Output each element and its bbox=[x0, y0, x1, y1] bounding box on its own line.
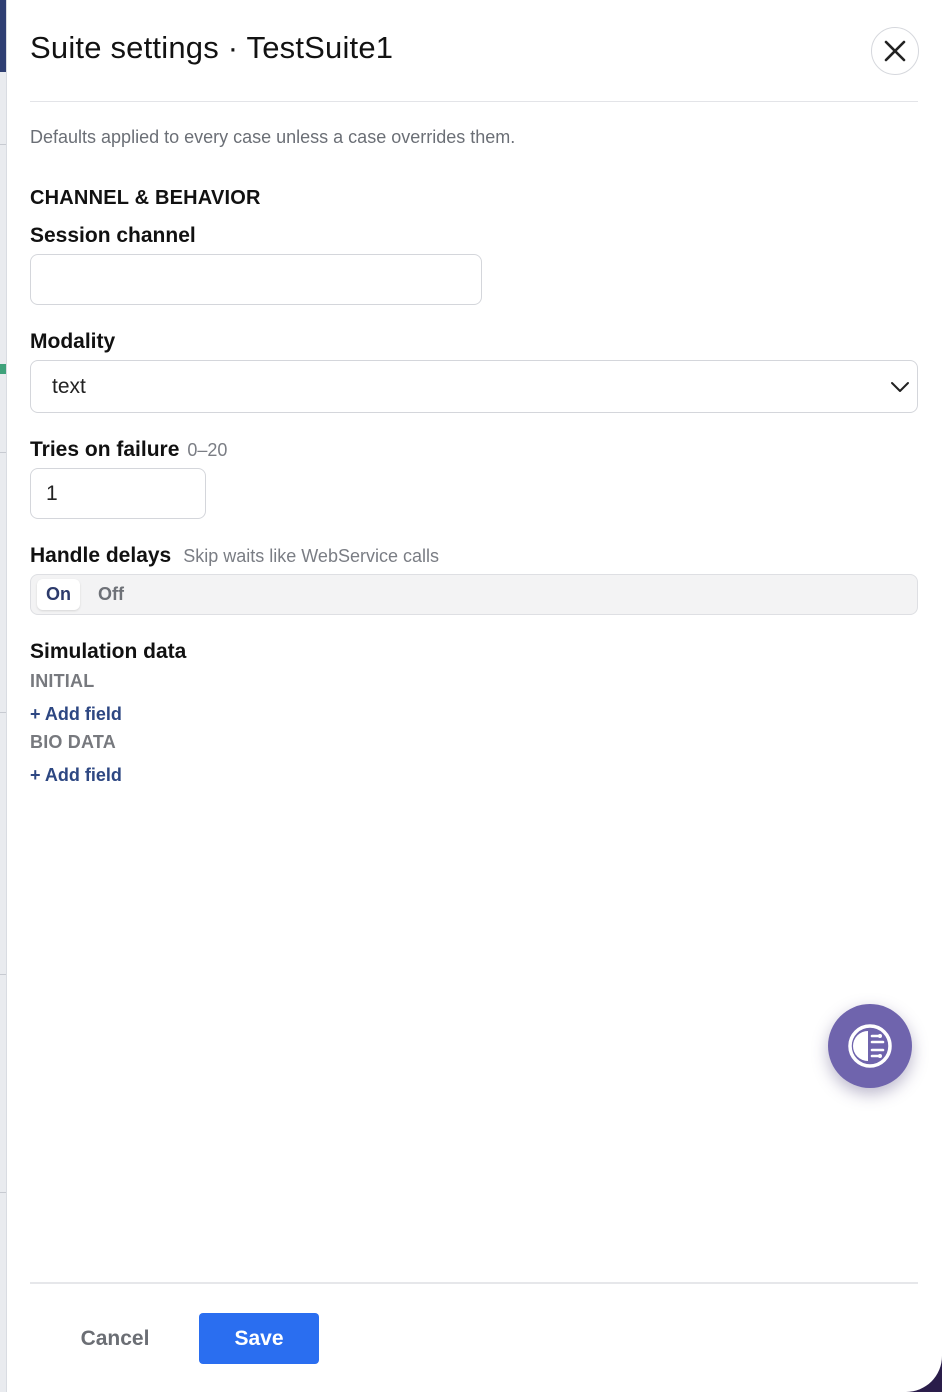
handle-delays-hint: Skip waits like WebService calls bbox=[183, 546, 439, 566]
modality-value: text bbox=[52, 374, 86, 398]
footer-divider bbox=[30, 1282, 918, 1284]
background-page-edge bbox=[0, 0, 7, 1392]
session-channel-input[interactable] bbox=[30, 254, 482, 305]
simulation-group-bio-data: BIO DATA bbox=[30, 732, 116, 752]
tries-hint: 0–20 bbox=[187, 440, 228, 460]
session-channel-label: Session channel bbox=[30, 224, 196, 247]
background-divider bbox=[0, 1192, 6, 1193]
background-divider bbox=[0, 452, 6, 453]
tries-label: Tries on failure 0–20 bbox=[30, 438, 227, 462]
chevron-down-icon bbox=[891, 382, 909, 392]
close-icon bbox=[884, 40, 906, 62]
handle-delays-label: Handle delays Skip waits like WebService … bbox=[30, 544, 439, 568]
add-field-initial-link[interactable]: + Add field bbox=[30, 704, 122, 725]
background-status-mark bbox=[0, 364, 6, 374]
modality-select[interactable]: text bbox=[30, 360, 918, 413]
modality-label: Modality bbox=[30, 330, 116, 353]
section-title: CHANNEL & BEHAVIOR bbox=[30, 187, 261, 209]
assistant-brain-icon bbox=[848, 1024, 892, 1068]
handle-delays-toggle: On Off bbox=[30, 574, 918, 615]
handle-delays-label-text: Handle delays bbox=[30, 544, 172, 567]
suite-settings-panel: Suite settings · TestSuite1 Defaults app… bbox=[7, 0, 942, 1392]
assistant-button[interactable] bbox=[828, 1004, 912, 1088]
cancel-button[interactable]: Cancel bbox=[62, 1313, 168, 1364]
close-button[interactable] bbox=[871, 27, 919, 75]
background-divider bbox=[0, 712, 6, 713]
tries-input[interactable] bbox=[30, 468, 206, 519]
background-nav-block bbox=[0, 0, 6, 72]
toggle-off-option[interactable]: Off bbox=[89, 579, 133, 610]
background-divider bbox=[0, 974, 6, 975]
add-field-bio-data-link[interactable]: + Add field bbox=[30, 765, 122, 786]
dialog-subtitle: Defaults applied to every case unless a … bbox=[30, 127, 516, 147]
tries-label-text: Tries on failure bbox=[30, 438, 180, 461]
background-divider bbox=[0, 144, 6, 145]
save-button[interactable]: Save bbox=[199, 1313, 319, 1364]
simulation-data-label: Simulation data bbox=[30, 640, 187, 663]
simulation-group-initial: INITIAL bbox=[30, 671, 95, 691]
header-divider bbox=[30, 101, 918, 102]
dialog-title: Suite settings · TestSuite1 bbox=[30, 30, 394, 65]
toggle-on-option[interactable]: On bbox=[37, 579, 80, 610]
